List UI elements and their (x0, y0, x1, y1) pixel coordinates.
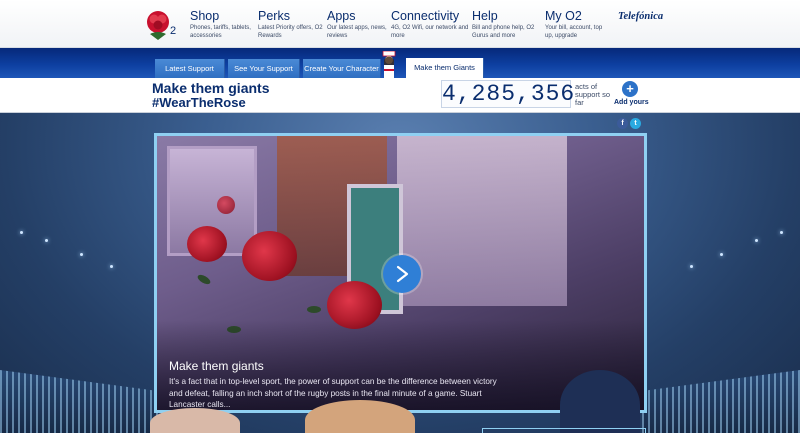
nav-perks-desc: Latest Priority offers, O2 Rewards (258, 25, 323, 39)
twitter-share-icon[interactable]: t (630, 118, 641, 129)
nav-my-o2[interactable]: My O2 Your bill, account, top up, upgrad… (545, 9, 605, 40)
nav-connectivity[interactable]: Connectivity 4G, O2 Wifi, our network an… (391, 9, 469, 40)
counter-caption: acts of support so far (575, 82, 611, 107)
support-counter: 4,285,356 (441, 80, 576, 108)
nav-perks[interactable]: Perks Latest Priority offers, O2 Rewards (258, 9, 336, 40)
nav-my-o2-title: My O2 (545, 9, 582, 23)
floodlight (755, 239, 758, 242)
floodlight (690, 265, 693, 268)
crowd-foreground (0, 370, 800, 433)
floodlight (20, 231, 23, 234)
next-panel-edge (482, 428, 646, 433)
add-support-icon[interactable]: + (622, 81, 638, 97)
nav-connectivity-title: Connectivity (391, 9, 460, 23)
nav-help-title: Help (472, 9, 498, 23)
campaign-title-bar (0, 78, 800, 113)
tab-create-your-character[interactable]: Create Your Character (303, 59, 381, 78)
hashtag: #WearTheRose (152, 95, 246, 110)
england-rose-logo[interactable]: 2 (142, 8, 182, 42)
floodlight (720, 253, 723, 256)
floodlight (780, 231, 783, 234)
svg-text:2: 2 (170, 25, 176, 37)
video-player[interactable]: Make them giants It's a fact that in top… (154, 133, 647, 413)
leaf (307, 306, 321, 313)
play-icon (396, 265, 409, 283)
fan-head (305, 400, 415, 433)
tab-latest-support[interactable]: Latest Support (155, 59, 225, 78)
rosebud (217, 196, 235, 214)
floodlight (45, 239, 48, 242)
nav-help-desc: Bill and phone help, O2 Gurus and more (472, 25, 535, 39)
nav-shop-desc: Phones, tariffs, tablets, accessories (190, 25, 251, 39)
nav-help[interactable]: Help Bill and phone help, O2 Gurus and m… (472, 9, 550, 40)
nav-shop-title: Shop (190, 9, 220, 23)
fan-head (150, 408, 240, 433)
nav-shop[interactable]: Shop Phones, tariffs, tablets, accessori… (190, 9, 268, 40)
leaf (196, 272, 212, 287)
character-illustration (382, 51, 396, 78)
telefonica-logo[interactable]: Telefónica (618, 11, 663, 22)
add-yours-button[interactable]: Add yours (614, 99, 649, 106)
facebook-share-icon[interactable]: f (617, 118, 628, 129)
nav-perks-title: Perks (258, 9, 290, 23)
play-button[interactable] (383, 255, 421, 293)
video-title: Make them giants (169, 359, 264, 373)
floodlight (80, 253, 83, 256)
rose (187, 226, 227, 262)
fan-head (560, 370, 640, 433)
nav-connectivity-desc: 4G, O2 Wifi, our network and more (391, 25, 469, 39)
house-wall (397, 136, 567, 306)
floodlight (110, 265, 113, 268)
tab-make-them-giants[interactable]: Make them Giants (406, 58, 484, 78)
top-navigation: 2 Shop Phones, tariffs, tablets, accesso… (0, 0, 800, 48)
page-title: Make them giants (152, 80, 270, 96)
nav-my-o2-desc: Your bill, account, top up, upgrade (545, 25, 603, 39)
tabs-band (0, 48, 800, 78)
tab-see-your-support[interactable]: See Your Support (228, 59, 300, 78)
rose (242, 231, 297, 281)
